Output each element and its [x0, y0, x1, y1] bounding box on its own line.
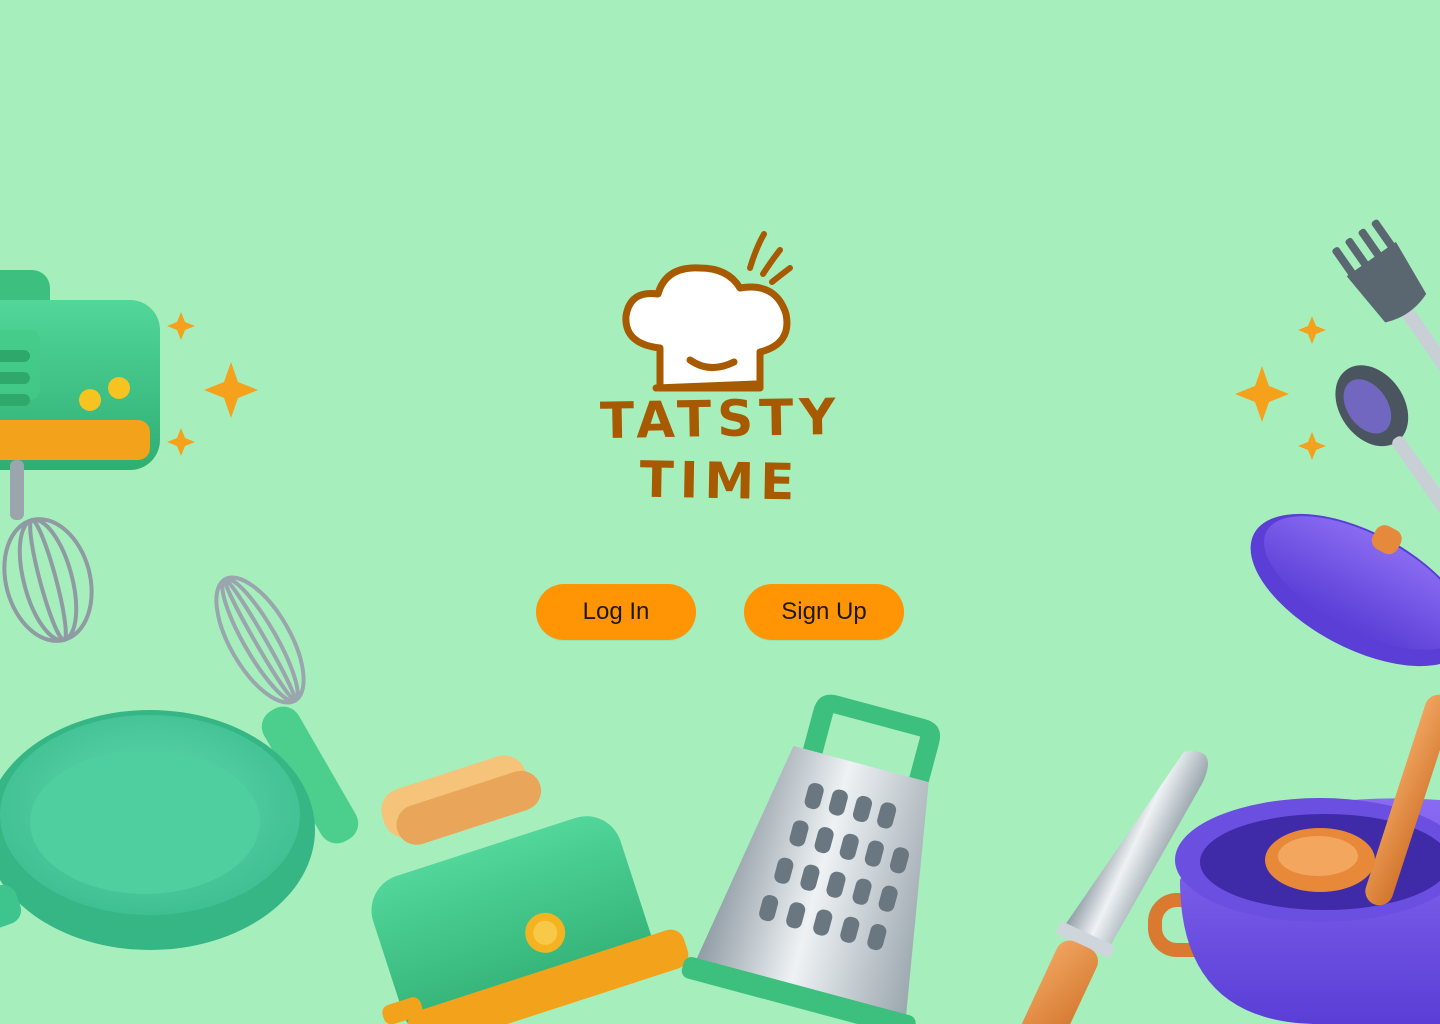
login-button[interactable]: Log In [536, 584, 696, 640]
toaster-icon [371, 755, 689, 1024]
hand-mixer-icon [0, 270, 160, 520]
pot-lid-icon [1250, 513, 1440, 667]
sparkle-icon [1235, 316, 1326, 460]
chef-hat-icon [622, 231, 793, 392]
brand-wordmark: TATSTY TIME [599, 387, 842, 512]
cheese-grater-icon [681, 694, 941, 1024]
brand-name-line2: TIME [639, 450, 801, 512]
signup-button[interactable]: Sign Up [744, 584, 904, 640]
brand-name-line1: TATSTY [599, 387, 842, 451]
spoon-icon [1335, 365, 1440, 530]
frying-pan-icon [0, 710, 315, 950]
whisk-icon [2, 517, 94, 643]
brand-logo: TATSTY TIME [599, 228, 842, 528]
sparkle-icon [167, 312, 258, 456]
